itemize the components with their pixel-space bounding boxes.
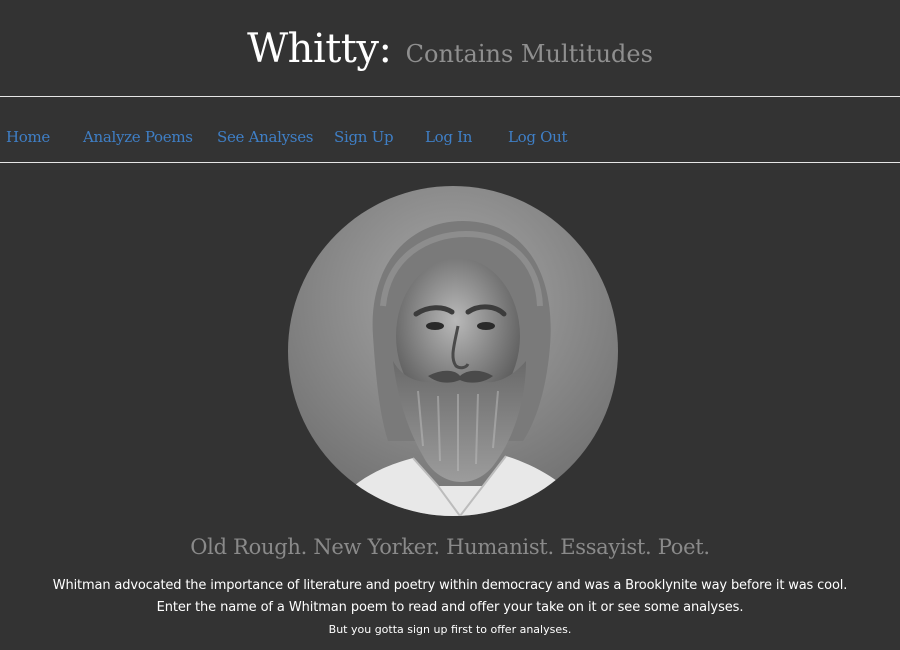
nav-link-log-out[interactable]: Log Out — [508, 128, 568, 146]
hero-description-line-2: Enter the name of a Whitman poem to read… — [156, 600, 744, 615]
page: Whitty: Contains Multitudes Home Analyze… — [0, 0, 900, 650]
brand-tagline: Contains Multitudes — [405, 40, 653, 68]
brand-name: Whitty: — [247, 26, 392, 72]
nav-link-see-analyses[interactable]: See Analyses — [217, 128, 313, 146]
hero-description-line-3: But you gotta sign up first to offer ana… — [328, 623, 572, 636]
hero-subtitle: Old Rough. New Yorker. Humanist. Essayis… — [190, 535, 710, 559]
main-nav: Home Analyze Poems See Analyses Sign Up … — [0, 97, 900, 162]
whitman-portrait — [288, 186, 618, 516]
nav-link-log-in[interactable]: Log In — [425, 128, 472, 146]
nav-link-sign-up[interactable]: Sign Up — [334, 128, 394, 146]
hero-description-line-1: Whitman advocated the importance of lite… — [52, 578, 848, 593]
site-header: Whitty: Contains Multitudes — [0, 0, 900, 96]
nav-link-analyze-poems[interactable]: Analyze Poems — [83, 128, 193, 146]
site-title: Whitty: Contains Multitudes — [0, 26, 900, 72]
nav-bottom-divider — [0, 162, 900, 163]
nav-link-home[interactable]: Home — [6, 128, 50, 146]
